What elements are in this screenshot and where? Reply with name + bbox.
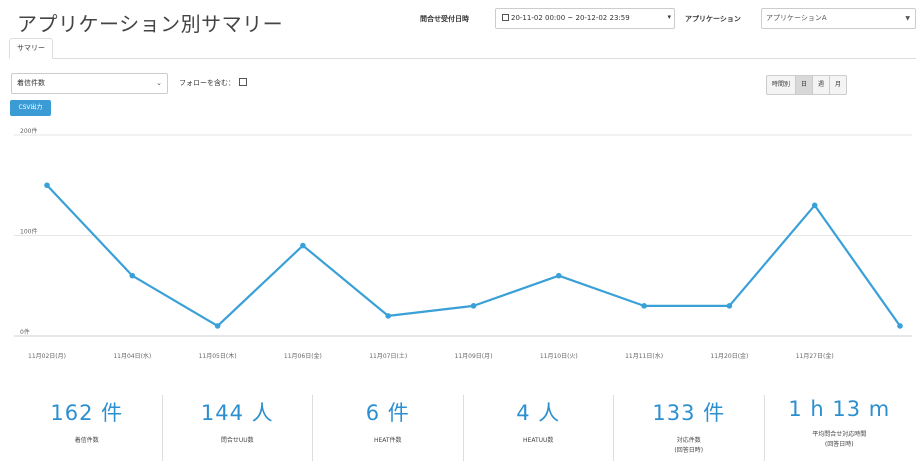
y-tick-label: 0件 [20, 328, 30, 336]
stat-label: 問合せUU数 [220, 437, 254, 444]
stat-value: 133 件 [652, 401, 726, 425]
period-button-week[interactable]: 週 [813, 76, 831, 94]
chevron-down-icon: ▼ [905, 15, 910, 22]
metric-select-value: 着信件数 [17, 79, 45, 87]
x-tick-label: 11月06日(金) [284, 352, 322, 360]
stat-value: 1 h 13 m [788, 397, 891, 421]
stat-label: 平均問合せ対応時間 (回答日時) [812, 431, 867, 448]
tab-divider [9, 58, 916, 59]
stat-inquiry-uu: 144 人 問合せUU数 [163, 395, 313, 461]
filter-bar: 問合せ受付日時 20-11-02 00:00 ~ 20-12-02 23:59 … [420, 8, 916, 30]
period-button-day[interactable]: 日 [796, 76, 814, 94]
date-range-value: 20-11-02 00:00 ~ 20-12-02 23:59 [511, 14, 630, 22]
stat-label: 対応件数 (回答日時) [674, 437, 704, 454]
date-filter-label: 問合せ受付日時 [420, 15, 469, 23]
stat-label: HEATUU数 [523, 437, 554, 444]
data-point[interactable] [811, 202, 818, 209]
tab-summary[interactable]: サマリー [9, 38, 53, 59]
x-tick-label: 11月11日(水) [625, 352, 663, 360]
x-tick-label: 11月02日(月) [28, 353, 66, 360]
application-select-value: アプリケーションA [766, 14, 827, 22]
period-toggle: 時間別 日 週 月 [766, 75, 848, 95]
stat-heat-count: 6 件 HEAT件数 [313, 395, 464, 461]
app-filter-label: アプリケーション [685, 15, 741, 23]
stat-avg-response-time: 1 h 13 m 平均問合せ対応時間 (回答日時) [765, 395, 915, 461]
data-point[interactable] [385, 313, 392, 319]
stat-value: 6 件 [365, 401, 410, 425]
follow-toggle[interactable]: フォローを含む： [179, 78, 247, 88]
y-tick-label: 200件 [20, 127, 37, 135]
period-button-hourly[interactable]: 時間別 [767, 76, 797, 94]
data-point[interactable] [897, 323, 903, 329]
x-tick-label: 11月27日(金) [796, 352, 834, 360]
data-point[interactable] [726, 303, 733, 309]
y-tick-label: 100件 [20, 228, 37, 236]
x-tick-label: 11月07日(土) [369, 352, 407, 360]
stat-value: 144 人 [200, 401, 274, 425]
data-point[interactable] [44, 182, 50, 189]
data-point[interactable] [214, 323, 221, 329]
follow-label: フォローを含む： [179, 79, 235, 87]
line-chart: 0件 100件 200件 11月02日(月) 11月04日(水) 11月05日(木) 11月… [14, 127, 912, 360]
stat-label: HEAT件数 [373, 437, 402, 444]
calendar-icon [502, 14, 509, 21]
data-point[interactable] [300, 242, 306, 249]
x-tick-label: 11月04日(水) [113, 352, 151, 360]
period-button-month[interactable]: 月 [830, 76, 846, 94]
stats-bar: 162 件 着信件数 144 人 問合せUU数 6 件 HEAT件数 4 人 H… [12, 395, 914, 461]
stat-response-count: 133 件 対応件数 (回答日時) [614, 395, 765, 461]
x-tick-label: 11月09日(月) [455, 353, 493, 360]
stat-label: 着信件数 [74, 437, 99, 444]
metric-select[interactable]: 着信件数 ⌄ [11, 73, 168, 94]
data-point[interactable] [641, 303, 647, 309]
date-range-field[interactable]: 20-11-02 00:00 ~ 20-12-02 23:59 ▾ [495, 8, 675, 29]
stat-incoming-count: 162 件 着信件数 [12, 395, 163, 461]
csv-export-button[interactable]: CSV出力 [10, 100, 51, 116]
data-point[interactable] [129, 272, 136, 279]
caret-down-icon: ▾ [667, 13, 671, 21]
stat-value: 4 人 [516, 401, 561, 425]
page-title: アプリケーション別サマリー [17, 12, 284, 36]
x-tick-label: 11月05日(木) [199, 352, 237, 360]
chevron-down-icon: ⌄ [156, 79, 162, 87]
stat-value: 162 件 [50, 401, 124, 425]
follow-checkbox[interactable] [239, 78, 247, 86]
x-tick-label: 11月10日(火) [540, 353, 578, 360]
data-point[interactable] [556, 272, 562, 279]
application-select[interactable]: アプリケーションA ▼ [761, 8, 916, 29]
x-tick-label: 11月20日(金) [710, 352, 748, 360]
data-point[interactable] [470, 303, 477, 309]
stat-heat-uu: 4 人 HEATUU数 [464, 395, 614, 461]
